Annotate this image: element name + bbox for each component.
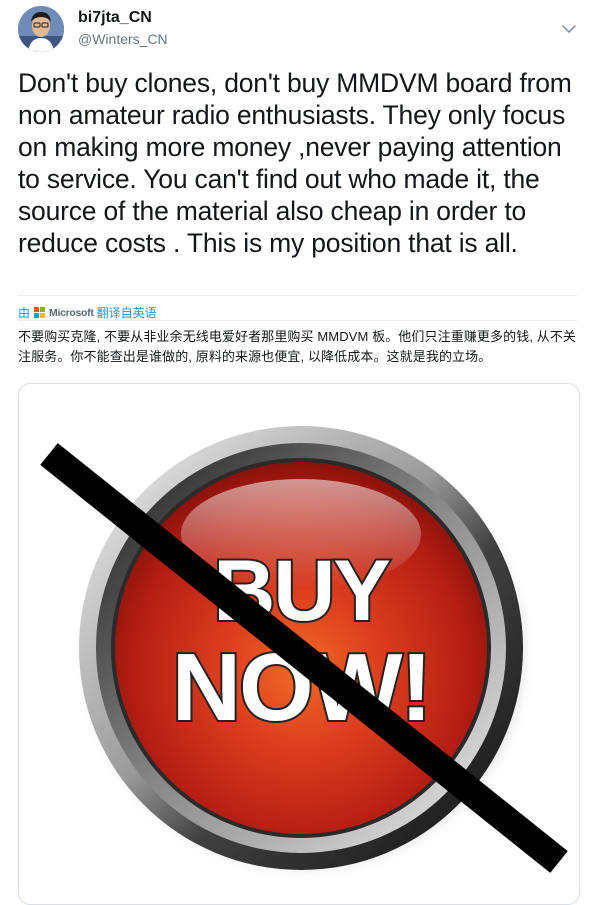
tweet-text: Don't buy clones, don't buy MMDVM board … [18,68,572,258]
translated-text: 不要购买克隆, 不要从非业余无线电爱好者那里购买 MMDVM 板。他们只注重赚更… [18,329,577,364]
translation-provider: Microsoft [49,306,94,319]
divider [18,295,577,296]
chevron-down-icon[interactable] [561,22,577,34]
avatar[interactable] [18,6,64,52]
crossed-out-buy-now-button: BUY NOW! [40,426,568,882]
translation-attribution[interactable]: 由 Microsoft 翻译自英语 [18,304,157,321]
display-name[interactable]: bi7jta_CN [78,9,152,27]
divider [18,320,577,321]
microsoft-logo-icon [34,307,46,318]
translation-suffix: 翻译自英语 [96,306,157,320]
translation-prefix: 由 [18,306,31,320]
user-handle[interactable]: @Winters_CN [78,31,168,47]
media-card[interactable]: BUY NOW! [18,383,580,905]
